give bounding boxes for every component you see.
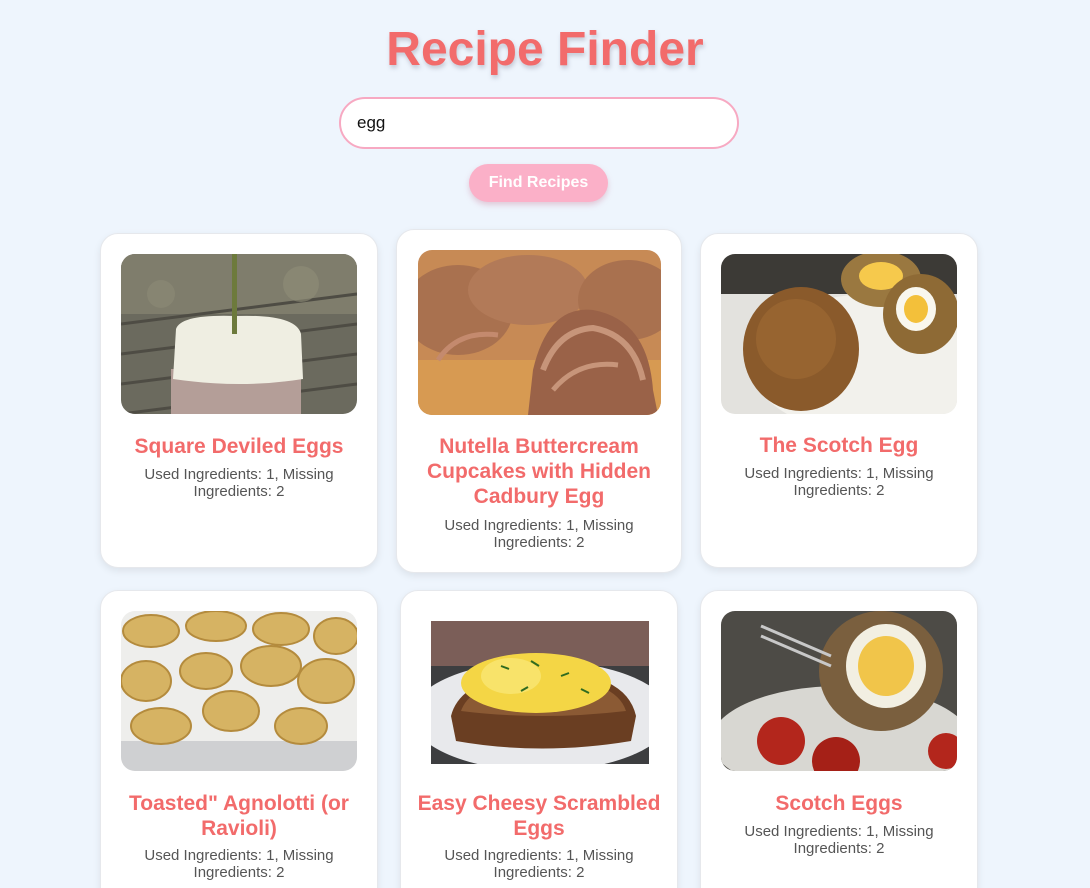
recipe-ingredients: Used Ingredients: 1, Missing Ingredients… [144, 847, 334, 881]
scotch-egg-photo [721, 254, 957, 414]
recipe-ingredients: Used Ingredients: 1, Missing Ingredients… [444, 847, 634, 881]
scotch-eggs-photo [721, 611, 957, 771]
cupcakes-photo [418, 250, 661, 415]
recipe-ingredients: Used Ingredients: 1, Missing Ingredients… [444, 517, 634, 551]
recipe-card[interactable]: Nutella Buttercream Cupcakes with Hidden… [396, 229, 682, 573]
recipe-title[interactable]: Scotch Eggs [711, 791, 967, 816]
scrambled-eggs-photo [431, 621, 649, 764]
recipe-card[interactable]: Toasted" Agnolotti (or Ravioli) Used Ing… [100, 590, 378, 888]
recipe-title[interactable]: Nutella Buttercream Cupcakes with Hidden… [407, 434, 671, 509]
recipe-title[interactable]: Easy Cheesy Scrambled Eggs [411, 791, 667, 841]
recipe-ingredients: Used Ingredients: 1, Missing Ingredients… [744, 465, 934, 499]
agnolotti-photo [121, 611, 357, 771]
find-recipes-button[interactable]: Find Recipes [469, 164, 608, 202]
recipe-title[interactable]: Square Deviled Eggs [111, 434, 367, 459]
search-input[interactable] [339, 97, 739, 149]
deviled-egg-photo [121, 254, 357, 414]
recipe-ingredients: Used Ingredients: 1, Missing Ingredients… [744, 823, 934, 857]
recipe-card[interactable]: The Scotch Egg Used Ingredients: 1, Miss… [700, 233, 978, 568]
recipe-title[interactable]: Toasted" Agnolotti (or Ravioli) [111, 791, 367, 841]
page-title: Recipe Finder [386, 23, 704, 76]
recipe-ingredients: Used Ingredients: 1, Missing Ingredients… [144, 466, 334, 500]
recipe-card[interactable]: Easy Cheesy Scrambled Eggs Used Ingredie… [400, 590, 678, 888]
recipe-card[interactable]: Square Deviled Eggs Used Ingredients: 1,… [100, 233, 378, 568]
recipe-title[interactable]: The Scotch Egg [711, 433, 967, 458]
recipe-card[interactable]: Scotch Eggs Used Ingredients: 1, Missing… [700, 590, 978, 888]
